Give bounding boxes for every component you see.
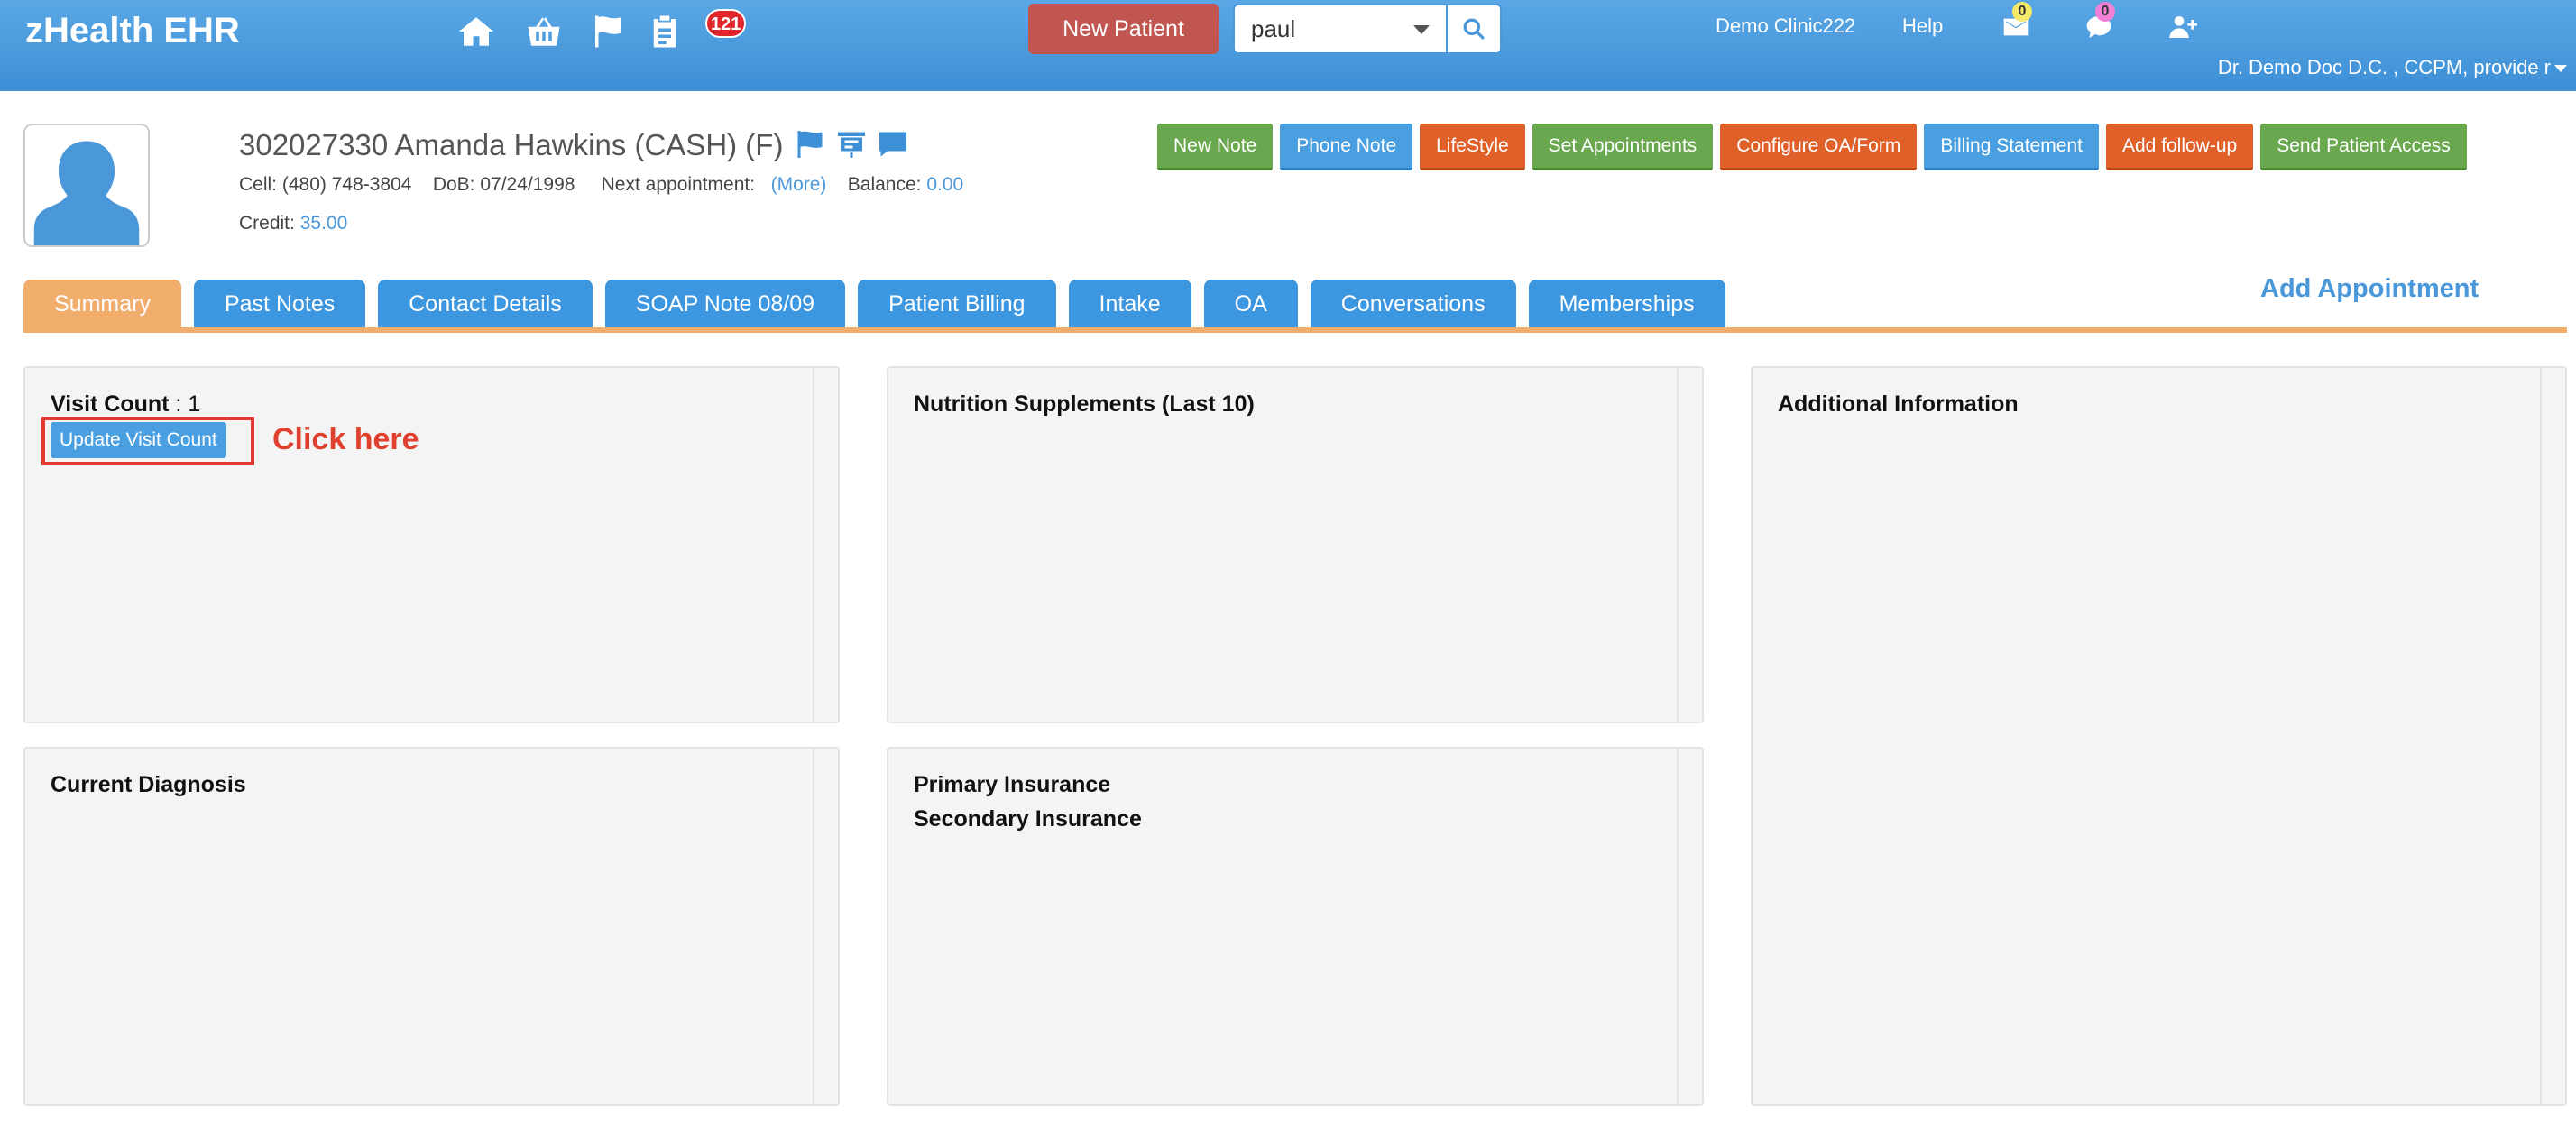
- more-link[interactable]: (More): [771, 174, 827, 195]
- patient-search: [1233, 4, 1502, 54]
- patient-info-line: Cell: (480) 748-3804 DoB: 07/24/1998 Nex…: [239, 174, 963, 196]
- panel-scrollbar[interactable]: [813, 368, 838, 722]
- tab-oa[interactable]: OA: [1203, 280, 1298, 328]
- add-follow-up-button[interactable]: Add follow-up: [2105, 124, 2254, 170]
- chevron-down-icon: [2554, 65, 2567, 73]
- insurance-panel: Primary Insurance Secondary Insurance: [887, 747, 1704, 1106]
- flag-icon[interactable]: [587, 11, 629, 52]
- add-appointment-link[interactable]: Add Appointment: [2260, 274, 2479, 304]
- panel-scrollbar[interactable]: [2540, 368, 2565, 1104]
- nutrition-panel: Nutrition Supplements (Last 10): [887, 366, 1704, 723]
- tab-patient-billing[interactable]: Patient Billing: [858, 280, 1056, 328]
- dob-label: DoB:: [432, 174, 475, 195]
- visit-count-panel: Visit Count : 1 Update Visit Count Click…: [23, 366, 840, 723]
- patient-action-bar: New Note Phone Note LifeStyle Set Appoin…: [1157, 124, 2467, 170]
- chat-button[interactable]: 0: [2081, 2, 2117, 45]
- tab-past-notes[interactable]: Past Notes: [193, 280, 366, 328]
- mail-count-badge: 0: [2012, 2, 2032, 22]
- diagnosis-panel: Current Diagnosis: [23, 747, 840, 1106]
- billing-statement-button[interactable]: Billing Statement: [1924, 124, 2099, 170]
- nutrition-title: Nutrition Supplements (Last 10): [914, 391, 1255, 417]
- lifestyle-button[interactable]: LifeStyle: [1420, 124, 1525, 170]
- cell-label: Cell:: [239, 174, 278, 195]
- app-brand[interactable]: zHealth EHR: [25, 11, 240, 51]
- patient-flags: [794, 128, 909, 161]
- add-user-icon: [2169, 16, 2197, 38]
- panel-scrollbar[interactable]: [1677, 749, 1702, 1104]
- flag-icon[interactable]: [794, 128, 826, 161]
- cell-value: (480) 748-3804: [281, 174, 412, 195]
- balance-value[interactable]: 0.00: [926, 174, 963, 195]
- patient-credit-line: Credit: 35.00: [239, 213, 347, 234]
- panel-scrollbar[interactable]: [813, 749, 838, 1104]
- search-input[interactable]: [1251, 5, 1404, 52]
- primary-insurance-label: Primary Insurance: [914, 772, 1111, 797]
- panel-scrollbar[interactable]: [1677, 368, 1702, 722]
- phone-note-button[interactable]: Phone Note: [1280, 124, 1413, 170]
- mail-button[interactable]: 0: [1998, 2, 2034, 45]
- update-visit-count-button[interactable]: Update Visit Count: [51, 422, 226, 458]
- top-navbar: zHealth EHR 121 New Patient Demo Clinic2…: [0, 0, 2576, 91]
- set-appointments-button[interactable]: Set Appointments: [1532, 124, 1714, 170]
- search-icon: [1463, 18, 1485, 40]
- tab-divider: [23, 327, 2567, 333]
- tab-memberships[interactable]: Memberships: [1528, 280, 1725, 328]
- credit-value[interactable]: 35.00: [300, 213, 348, 234]
- clipboard-icon[interactable]: [644, 11, 685, 52]
- avatar-placeholder-icon: [25, 125, 148, 245]
- chat-count-badge: 0: [2095, 2, 2115, 22]
- click-here-annotation: Click here: [272, 422, 419, 456]
- tab-summary[interactable]: Summary: [23, 280, 181, 328]
- dob-value: 07/24/1998: [480, 174, 575, 195]
- help-link[interactable]: Help: [1902, 14, 1943, 38]
- doctor-name: Dr. Demo Doc D.C. , CCPM, provide r: [2217, 56, 2551, 78]
- visit-count-label: Visit Count: [51, 391, 170, 417]
- new-patient-button[interactable]: New Patient: [1028, 4, 1219, 54]
- tab-conversations[interactable]: Conversations: [1310, 280, 1516, 328]
- visit-count: Visit Count : 1: [51, 391, 200, 418]
- configure-oa-form-button[interactable]: Configure OA/Form: [1720, 124, 1918, 170]
- chevron-down-icon[interactable]: [1413, 25, 1430, 34]
- patient-name: 302027330 Amanda Hawkins (CASH) (F): [239, 128, 784, 161]
- comment-icon[interactable]: [877, 128, 909, 161]
- tab-intake[interactable]: Intake: [1068, 280, 1191, 328]
- balance-label: Balance:: [847, 174, 922, 195]
- add-user-button[interactable]: [2165, 9, 2201, 45]
- send-patient-access-button[interactable]: Send Patient Access: [2260, 124, 2467, 170]
- notification-badge[interactable]: 121: [705, 9, 747, 38]
- additional-info-title: Additional Information: [1778, 391, 2019, 417]
- new-note-button[interactable]: New Note: [1157, 124, 1274, 170]
- doctor-menu[interactable]: Dr. Demo Doc D.C. , CCPM, provide r: [2218, 56, 2567, 79]
- search-button[interactable]: [1446, 5, 1500, 52]
- patient-avatar[interactable]: [23, 124, 150, 247]
- tab-contact-details[interactable]: Contact Details: [378, 280, 593, 328]
- basket-icon[interactable]: [523, 11, 565, 52]
- diagnosis-title: Current Diagnosis: [51, 772, 246, 797]
- visit-count-value: : 1: [169, 391, 201, 417]
- presentation-icon[interactable]: [835, 128, 868, 161]
- patient-tabs: Summary Past Notes Contact Details SOAP …: [23, 280, 1725, 328]
- next-appointment-label: Next appointment:: [601, 174, 756, 195]
- clinic-link[interactable]: Demo Clinic222: [1716, 14, 1855, 38]
- home-icon[interactable]: [455, 11, 497, 52]
- credit-label: Credit:: [239, 213, 295, 234]
- additional-info-panel: Additional Information: [1751, 366, 2567, 1106]
- secondary-insurance-label: Secondary Insurance: [914, 806, 1142, 832]
- tab-soap-note[interactable]: SOAP Note 08/09: [604, 280, 846, 328]
